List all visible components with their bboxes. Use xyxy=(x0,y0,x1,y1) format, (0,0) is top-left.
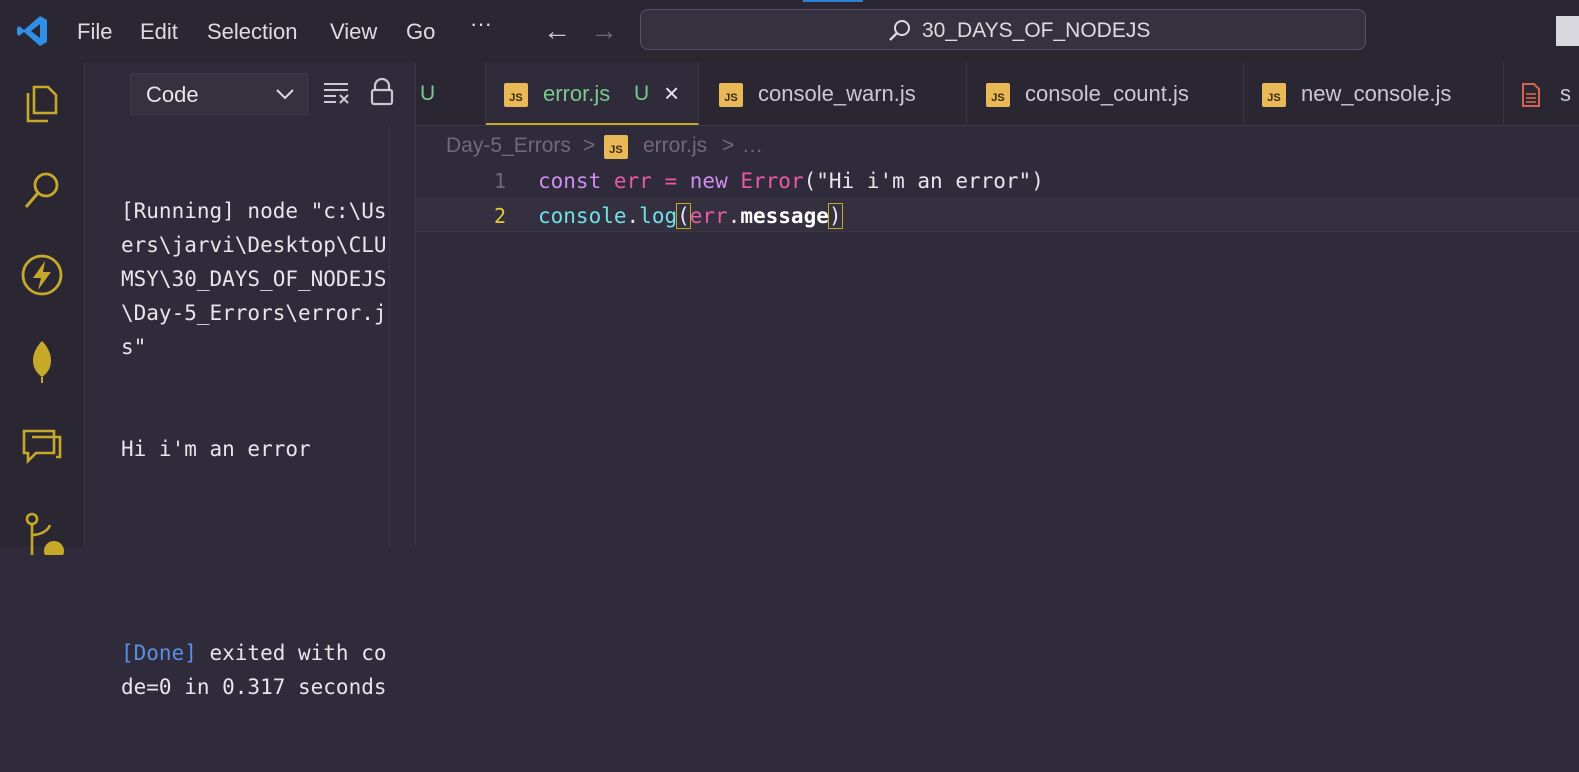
explorer-icon[interactable] xyxy=(20,81,64,125)
tab-status-untracked: U xyxy=(420,82,436,105)
breadcrumb-file[interactable]: error.js xyxy=(643,130,707,162)
panel-scroll-divider xyxy=(389,126,390,547)
js-file-icon: JS xyxy=(504,83,528,107)
output-running-line: [Running] node "c:\Users\jarvi\Desktop\C… xyxy=(121,199,387,359)
tab-status-untracked: U xyxy=(634,82,650,105)
chat-icon[interactable] xyxy=(20,425,64,469)
js-file-icon: JS xyxy=(986,83,1010,107)
editor-tabs: U JS error.js U × JS console_warn.js JS … xyxy=(416,63,1579,126)
output-channel-select[interactable]: Code xyxy=(130,73,308,115)
clear-output-icon[interactable] xyxy=(321,77,351,107)
panel-border xyxy=(415,63,416,547)
tab-console-warn-js[interactable]: JS console_warn.js xyxy=(699,63,967,125)
tab-new-console-js[interactable]: JS new_console.js xyxy=(1244,63,1504,125)
output-text: [Running] node "c:\Users\jarvi\Desktop\C… xyxy=(121,126,391,772)
menu-edit[interactable]: Edit xyxy=(140,0,178,63)
breadcrumb-more[interactable]: … xyxy=(742,130,763,162)
window-control[interactable] xyxy=(1556,16,1579,46)
code-text: const err = new Error("Hi i'm an error") xyxy=(538,169,1044,193)
close-icon[interactable]: × xyxy=(664,63,679,123)
output-channel-value: Code xyxy=(146,82,199,107)
output-done-line: [Done] exited with code=0 in 0.317 secon… xyxy=(121,636,391,704)
vscode-logo-icon xyxy=(17,16,47,46)
menu-more[interactable]: ··· xyxy=(470,0,492,55)
tab-partial[interactable]: s xyxy=(1504,63,1579,125)
line-number: 1 xyxy=(493,169,506,193)
matching-bracket: ) xyxy=(827,203,843,229)
code-line: 1 const err = new Error("Hi i'm an error… xyxy=(416,164,1579,198)
command-center-search[interactable]: 30_DAYS_OF_NODEJS xyxy=(640,9,1366,50)
output-done-tag: [Done] xyxy=(121,641,197,665)
menu-selection[interactable]: Selection xyxy=(207,0,298,63)
tab-untracked-partial[interactable]: U xyxy=(416,63,486,125)
tab-label: new_console.js xyxy=(1301,81,1452,106)
output-result-line: Hi i'm an error xyxy=(121,437,311,461)
title-accent xyxy=(803,0,863,2)
search-text: 30_DAYS_OF_NODEJS xyxy=(922,19,1151,42)
activity-bar xyxy=(0,63,85,555)
js-file-icon: JS xyxy=(719,83,743,107)
title-bar: File Edit Selection View Go ··· ← → 30_D… xyxy=(0,0,1579,64)
chevron-down-icon xyxy=(276,89,294,100)
js-file-icon: JS xyxy=(1262,83,1286,107)
lock-icon[interactable] xyxy=(367,77,397,107)
line-number: 2 xyxy=(493,204,506,228)
menu-file[interactable]: File xyxy=(77,0,112,63)
breadcrumb-separator: > xyxy=(722,134,735,157)
breadcrumb-separator: > xyxy=(583,134,596,157)
search-icon xyxy=(889,20,910,41)
forward-arrow-icon[interactable]: → xyxy=(590,17,618,45)
back-arrow-icon[interactable]: ← xyxy=(543,17,571,45)
leaf-icon[interactable] xyxy=(20,339,64,383)
tab-error-js[interactable]: JS error.js U × xyxy=(486,63,699,125)
output-panel: Code [Running] node "c:\Users\jarvi\Desk… xyxy=(85,63,415,699)
tab-label: s xyxy=(1560,81,1571,106)
matching-bracket: ( xyxy=(676,203,691,229)
code-text: console.log(err.message) xyxy=(538,203,843,229)
tab-label: console_warn.js xyxy=(758,81,916,106)
code-line-current: 2 console.log(err.message) xyxy=(416,198,1579,232)
search-icon[interactable] xyxy=(20,167,64,211)
source-control-icon[interactable] xyxy=(20,511,64,555)
js-file-icon: JS xyxy=(604,135,628,159)
tab-label: error.js xyxy=(543,81,611,106)
lightning-icon[interactable] xyxy=(20,253,64,297)
tab-label: console_count.js xyxy=(1025,81,1189,106)
menu-view[interactable]: View xyxy=(330,0,377,63)
breadcrumb-folder[interactable]: Day-5_Errors xyxy=(446,130,571,162)
tab-console-count-js[interactable]: JS console_count.js xyxy=(967,63,1244,125)
document-icon xyxy=(1522,83,1540,107)
menu-go[interactable]: Go xyxy=(406,0,435,63)
